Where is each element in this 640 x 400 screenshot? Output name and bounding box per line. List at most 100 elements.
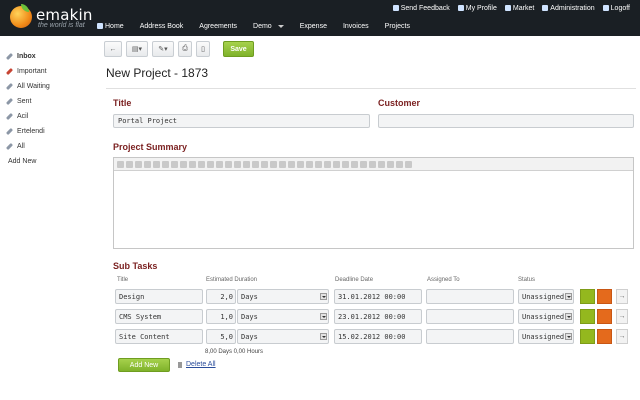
table-icon[interactable] [315, 160, 322, 168]
task-status-select[interactable]: Unassigned [518, 289, 574, 304]
font-size-icon[interactable] [171, 160, 178, 168]
superscript-icon[interactable] [162, 160, 169, 168]
nav-address-book[interactable]: Address Book [140, 20, 184, 32]
nav-agreements[interactable]: Agreements [199, 20, 237, 32]
pencil-icon [5, 127, 14, 135]
task-more-button[interactable]: → [616, 329, 628, 344]
back-button[interactable]: ← [104, 41, 122, 57]
task-confirm-button[interactable] [580, 289, 595, 304]
outdent-icon[interactable] [261, 160, 268, 168]
task-more-button[interactable]: → [616, 309, 628, 324]
link-icon[interactable] [207, 160, 214, 168]
nav-projects[interactable]: Projects [385, 20, 410, 32]
table-row-icon[interactable] [324, 160, 331, 168]
redo-icon[interactable] [234, 160, 241, 168]
code-icon[interactable] [369, 160, 376, 168]
underline-icon[interactable] [135, 160, 142, 168]
sidebar-item-acil[interactable]: Acil [5, 110, 28, 122]
arrow-right-icon: → [618, 293, 626, 300]
task-assigned-input[interactable] [426, 309, 514, 324]
highlight-icon[interactable] [189, 160, 196, 168]
market-link[interactable]: Market [504, 3, 534, 13]
task-remove-button[interactable] [597, 289, 612, 304]
logoff-link[interactable]: Logoff [602, 3, 630, 13]
subscript-icon[interactable] [153, 160, 160, 168]
col-title: Title [117, 277, 129, 283]
arrow-right-icon: → [618, 313, 626, 320]
administration-link[interactable]: Administration [542, 3, 595, 13]
align-right-icon[interactable] [297, 160, 304, 168]
table-col-icon[interactable] [333, 160, 340, 168]
task-duration-input[interactable]: 2,0 [206, 289, 236, 304]
task-remove-button[interactable] [597, 329, 612, 344]
task-more-button[interactable]: → [616, 289, 628, 304]
special-char-icon[interactable] [378, 160, 385, 168]
task-title-input[interactable]: Site Content [115, 329, 203, 344]
strike-icon[interactable] [144, 160, 151, 168]
sidebar-item-all[interactable]: All [5, 140, 25, 152]
title-input[interactable]: Portal Project [113, 114, 370, 128]
align-center-icon[interactable] [288, 160, 295, 168]
unordered-list-icon[interactable] [252, 160, 259, 168]
task-status-select[interactable]: Unassigned [518, 309, 574, 324]
task-status-select[interactable]: Unassigned [518, 329, 574, 344]
nav-demo[interactable]: Demo [253, 20, 284, 32]
task-assigned-input[interactable] [426, 329, 514, 344]
delete-button[interactable]: ▯ [196, 41, 210, 57]
print-button[interactable]: ⎙ [178, 41, 192, 57]
fullscreen-icon[interactable] [405, 160, 412, 168]
chevron-down-icon: ▾ [138, 46, 143, 53]
task-unit-select[interactable]: Days [237, 289, 329, 304]
view-menu-button[interactable]: ▤ ▾ [126, 41, 148, 57]
task-unit-select[interactable]: Days [237, 329, 329, 344]
filter-icon[interactable] [342, 160, 349, 168]
send-feedback-link[interactable]: Send Feedback [392, 3, 450, 13]
sidebar-item-all-waiting[interactable]: All Waiting [5, 80, 50, 92]
task-title-input[interactable]: CMS System [115, 309, 203, 324]
bold-icon[interactable] [117, 160, 124, 168]
customer-input[interactable] [378, 114, 634, 128]
nav-invoices[interactable]: Invoices [343, 20, 369, 32]
indent-icon[interactable] [270, 160, 277, 168]
ordered-list-icon[interactable] [243, 160, 250, 168]
chevron-down-icon [320, 293, 327, 300]
task-duration-input[interactable]: 5,0 [206, 329, 236, 344]
image-icon[interactable] [216, 160, 223, 168]
task-assigned-input[interactable] [426, 289, 514, 304]
sidebar-item-ertelendi[interactable]: Ertelendi [5, 125, 45, 137]
sidebar-item-important[interactable]: Important [5, 65, 47, 77]
task-duration-input[interactable]: 1,0 [206, 309, 236, 324]
summary-editor[interactable] [113, 157, 634, 249]
sidebar-item-sent[interactable]: Sent [5, 95, 31, 107]
task-unit-select[interactable]: Days [237, 309, 329, 324]
task-confirm-button[interactable] [580, 309, 595, 324]
task-deadline-input[interactable]: 23.01.2012 00:00 [334, 309, 422, 324]
italic-icon[interactable] [126, 160, 133, 168]
delete-all-link[interactable]: Delete All [178, 361, 216, 368]
format-icon[interactable] [198, 160, 205, 168]
nav-expense[interactable]: Expense [300, 20, 327, 32]
funnel-icon[interactable] [351, 160, 358, 168]
sidebar-add-new[interactable]: Add New [8, 158, 36, 165]
font-color-icon[interactable] [180, 160, 187, 168]
task-confirm-button[interactable] [580, 329, 595, 344]
feedback-icon [392, 5, 399, 11]
brand-logo[interactable]: emakin the world is flat [10, 4, 96, 32]
source-icon[interactable] [387, 160, 394, 168]
task-deadline-input[interactable]: 31.01.2012 00:00 [334, 289, 422, 304]
edit-menu-button[interactable]: ✎ ▾ [152, 41, 174, 57]
align-left-icon[interactable] [279, 160, 286, 168]
task-remove-button[interactable] [597, 309, 612, 324]
task-deadline-input[interactable]: 15.02.2012 00:00 [334, 329, 422, 344]
sidebar-item-inbox[interactable]: Inbox [5, 50, 36, 62]
task-title-input[interactable]: Design [115, 289, 203, 304]
align-justify-icon[interactable] [306, 160, 313, 168]
pencil-icon [5, 142, 14, 150]
undo-icon[interactable] [225, 160, 232, 168]
my-profile-link[interactable]: My Profile [457, 3, 497, 13]
save-button[interactable]: Save [223, 41, 254, 57]
nav-home[interactable]: Home [97, 20, 124, 32]
print-icon[interactable] [396, 160, 403, 168]
add-task-button[interactable]: Add New [118, 358, 170, 372]
quote-icon[interactable] [360, 160, 367, 168]
